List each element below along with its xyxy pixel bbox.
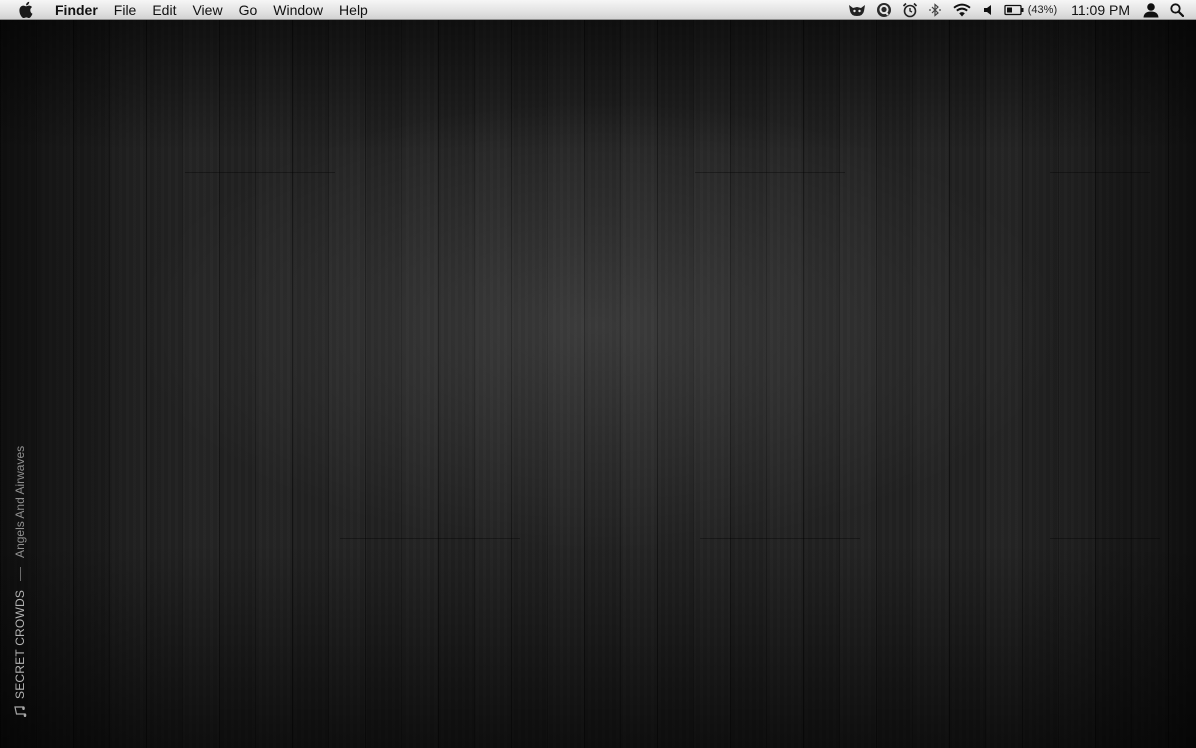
now-playing-separator [19, 566, 21, 581]
plank-seam [1050, 538, 1160, 539]
quicksilver-icon[interactable] [871, 0, 897, 20]
menu-clock[interactable]: 11:09 PM [1062, 2, 1137, 18]
music-note-icon [13, 705, 27, 718]
menu-go[interactable]: Go [231, 0, 266, 20]
menu-file[interactable]: File [106, 0, 145, 20]
volume-icon[interactable] [977, 0, 999, 20]
wifi-icon[interactable] [947, 0, 977, 20]
now-playing-widget: SECRET CROWDS Angels And Airwaves [11, 446, 29, 736]
menu-view[interactable]: View [184, 0, 230, 20]
menu-help[interactable]: Help [331, 0, 376, 20]
plank-seam [695, 172, 845, 173]
plank-seam [340, 538, 520, 539]
apple-logo-icon[interactable] [17, 1, 33, 18]
desktop-wallpaper[interactable] [0, 20, 1196, 748]
plank-seam [700, 538, 860, 539]
search-icon[interactable] [1165, 0, 1196, 20]
alarm-clock-icon[interactable] [897, 0, 923, 20]
plank-seam [185, 172, 335, 173]
now-playing-text: SECRET CROWDS Angels And Airwaves [11, 446, 29, 718]
bluetooth-icon[interactable] [923, 0, 947, 20]
plank-seam [1050, 172, 1150, 173]
battery-icon[interactable]: (43%) [999, 0, 1062, 20]
menu-finder[interactable]: Finder [47, 0, 106, 20]
now-playing-title: Angels And Airwaves [13, 445, 27, 558]
cat-icon[interactable] [843, 0, 871, 20]
menu-edit[interactable]: Edit [144, 0, 184, 20]
now-playing-artist: SECRET CROWDS [13, 589, 27, 699]
menu-window[interactable]: Window [265, 0, 331, 20]
status-area: (43%) 11:09 PM [843, 0, 1196, 20]
menu-bar: Finder File Edit View Go Window Help (43… [0, 0, 1196, 20]
user-icon[interactable] [1137, 0, 1165, 20]
battery-percentage: (43%) [1027, 4, 1058, 16]
